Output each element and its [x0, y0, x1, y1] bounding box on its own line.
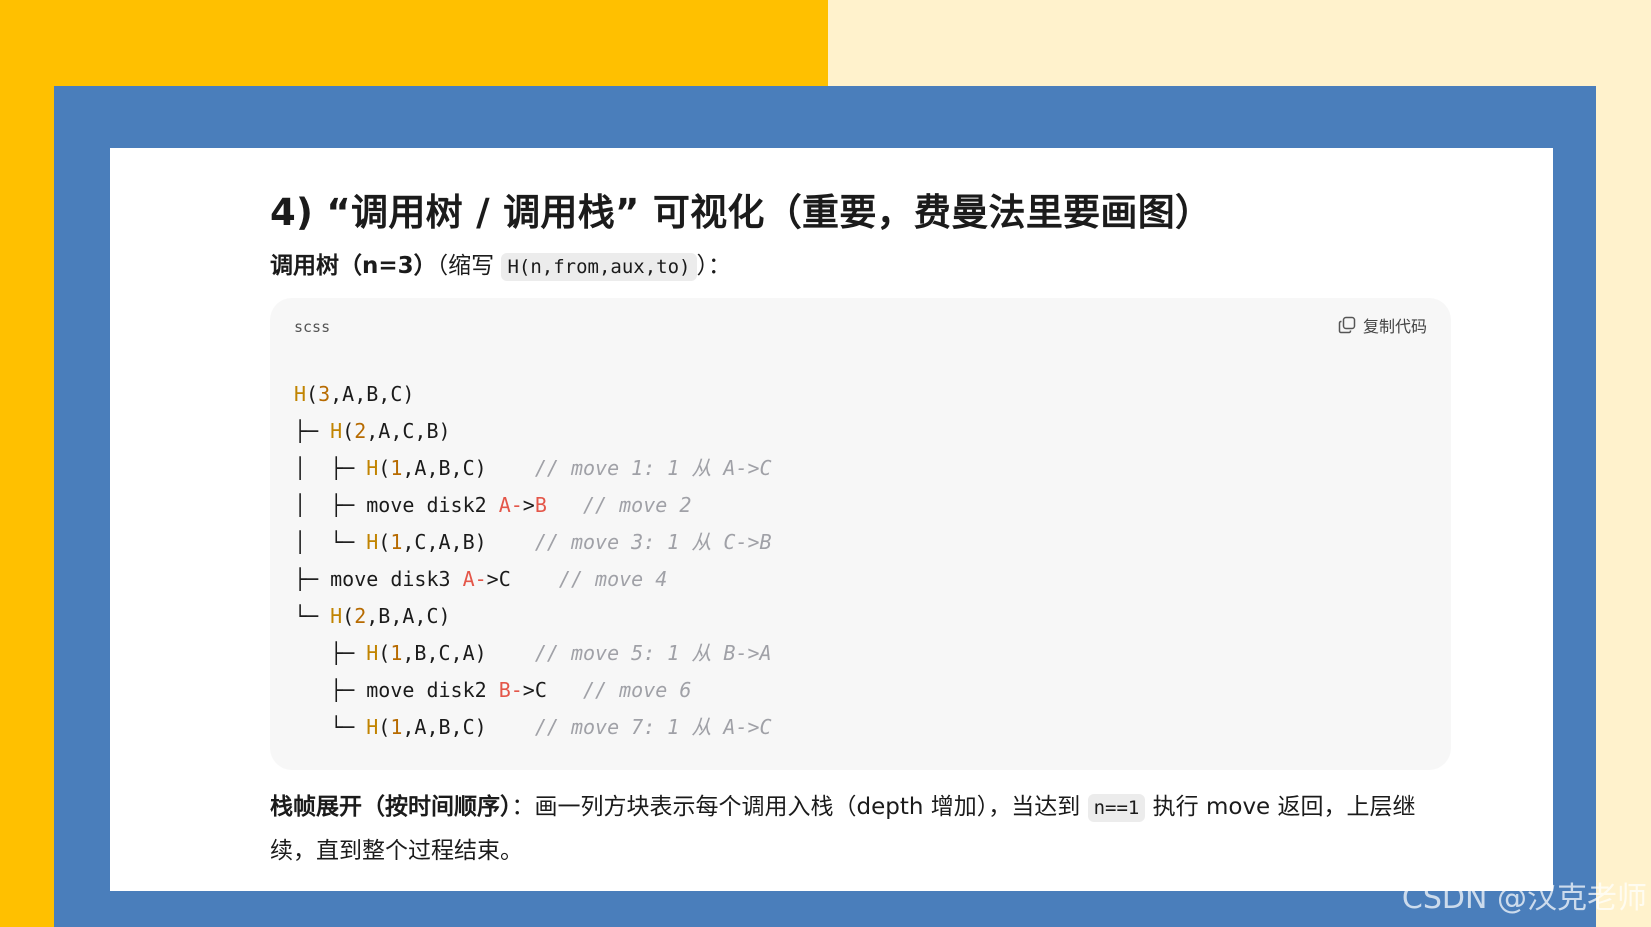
code-token: 2 — [354, 604, 367, 628]
code-token: ├─ move disk2 — [294, 678, 499, 702]
code-token: 3 — [318, 382, 331, 406]
copy-code-label: 复制代码 — [1362, 317, 1427, 336]
code-token: A- — [462, 567, 487, 591]
paragraph-inline-code: n==1 — [1087, 794, 1146, 822]
section-heading: 4) “调用树 / 调用栈” 可视化（重要，费曼法里要画图） — [270, 191, 1213, 234]
code-token: 1 — [390, 456, 403, 480]
code-token: ,A,B,C) — [402, 715, 535, 739]
code-token: // move 3: 1 从 C->B — [534, 530, 772, 554]
code-token: H — [330, 419, 343, 443]
code-line: ├─ H(1,B,C,A) // move 5: 1 从 B->A — [294, 635, 772, 672]
code-token: // move 2 — [583, 493, 692, 517]
code-token: H — [366, 641, 379, 665]
copy-code-button[interactable]: 复制代码 — [1337, 313, 1427, 337]
code-token: B — [534, 493, 547, 517]
code-token: │ ├─ move disk2 — [294, 493, 499, 517]
code-token: ,B,A,C) — [366, 604, 451, 628]
code-token: 1 — [390, 530, 403, 554]
code-token: H — [366, 456, 379, 480]
code-token: ,A,C,B) — [366, 419, 451, 443]
code-token: H — [330, 604, 343, 628]
paragraph-text-1: ：画一列方块表示每个调用入栈（depth 增加），当达到 — [511, 794, 1088, 820]
code-token: ( — [378, 715, 391, 739]
code-line: └─ H(2,B,A,C) — [294, 598, 772, 635]
code-token: ,C,A,B) — [402, 530, 535, 554]
code-block: scss 复制代码 H(3,A,B,C) ├─ H(2,A,C,B) │ ├─ H(… — [270, 298, 1451, 770]
code-token: 1 — [390, 715, 403, 739]
code-lines: H(3,A,B,C) ├─ H(2,A,C,B) │ ├─ H(1,A,B,C) /… — [294, 376, 772, 746]
subtitle-suffix: ）： — [696, 253, 732, 279]
code-token: ├─ — [294, 419, 331, 443]
subtitle-inline-code: H(n,from,aux,to) — [501, 253, 697, 281]
code-token: ( — [306, 382, 319, 406]
call-tree-subtitle: 调用树（n=3）（缩写 H(n,from,aux,to)）： — [270, 246, 732, 281]
code-token: └─ — [294, 604, 331, 628]
code-token: ├─ — [294, 641, 367, 665]
code-token: ,A,B,C) — [330, 382, 415, 406]
copy-icon — [1337, 315, 1357, 335]
code-token: │ ├─ — [294, 456, 367, 480]
code-token: 1 — [390, 641, 403, 665]
code-token: ( — [378, 530, 391, 554]
code-token: └─ — [294, 715, 367, 739]
code-token: ,A,B,C) — [402, 456, 535, 480]
code-token: // move 4 — [558, 567, 668, 591]
code-token: >C — [486, 567, 559, 591]
subtitle-bold: 调用树（n=3） — [270, 253, 437, 279]
code-token: │ └─ — [294, 530, 367, 554]
code-token: ,B,C,A) — [402, 641, 535, 665]
code-token: ( — [378, 641, 391, 665]
code-line: ├─ move disk2 B->C // move 6 — [294, 672, 772, 709]
code-token: 2 — [354, 419, 367, 443]
subtitle-prefix: （缩写 — [436, 253, 502, 279]
code-line: ├─ move disk3 A->C // move 4 — [294, 561, 772, 598]
code-line: H(3,A,B,C) — [294, 376, 772, 413]
code-token: H — [294, 382, 307, 406]
code-line: │ ├─ move disk2 A->B // move 2 — [294, 487, 772, 524]
code-token: H — [366, 530, 379, 554]
stack-frame-paragraph: 栈帧展开（按时间顺序）：画一列方块表示每个调用入栈（depth 增加），当达到 … — [270, 786, 1450, 873]
code-line: ├─ H(2,A,C,B) — [294, 413, 772, 450]
code-token: A- — [498, 493, 523, 517]
paragraph-bold: 栈帧展开（按时间顺序） — [270, 794, 512, 820]
content-card: 4) “调用树 / 调用栈” 可视化（重要，费曼法里要画图） 调用树（n=3）（… — [110, 148, 1553, 891]
code-token: // move 6 — [583, 678, 692, 702]
code-line: │ ├─ H(1,A,B,C) // move 1: 1 从 A->C — [294, 450, 772, 487]
code-token: // move 1: 1 从 A->C — [534, 456, 772, 480]
code-token: // move 5: 1 从 B->A — [534, 641, 772, 665]
code-line: │ └─ H(1,C,A,B) // move 3: 1 从 C->B — [294, 524, 772, 561]
code-token: H — [366, 715, 379, 739]
csdn-watermark: CSDN @汉克老师 — [1401, 881, 1647, 916]
code-token: ├─ move disk3 — [294, 567, 463, 591]
code-token: >C — [522, 678, 584, 702]
code-token: ( — [342, 419, 355, 443]
code-language-label: scss — [294, 318, 331, 336]
code-token: ( — [342, 604, 355, 628]
code-token: // move 7: 1 从 A->C — [534, 715, 772, 739]
code-token: B- — [498, 678, 523, 702]
code-token: ( — [378, 456, 391, 480]
code-token: > — [522, 493, 535, 517]
code-line: └─ H(1,A,B,C) // move 7: 1 从 A->C — [294, 709, 772, 746]
